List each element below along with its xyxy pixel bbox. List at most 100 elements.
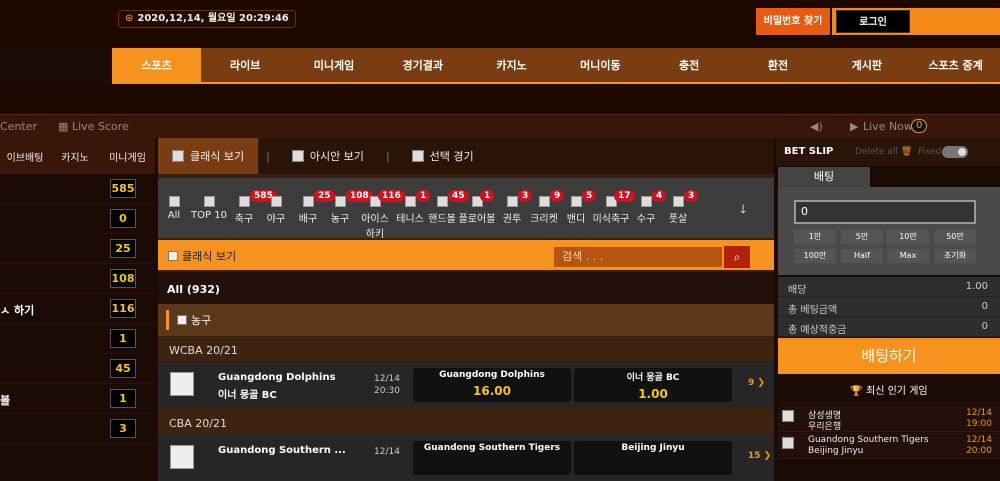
datetime-text: 2020,12,14, 월요일 20:29:46 — [137, 13, 289, 24]
more-markets-button[interactable]: 9 ❯ — [748, 378, 765, 388]
quick-amount-button[interactable]: 1만 — [794, 230, 836, 244]
left-tab-minigame[interactable]: 미니게임 — [100, 149, 155, 164]
quick-amount-button[interactable]: Max — [887, 249, 929, 263]
count-badge: 45 — [110, 359, 136, 378]
count-badge: 108 — [110, 269, 136, 288]
left-row[interactable]: 45 — [0, 354, 155, 384]
sport-icon — [238, 196, 250, 207]
nav-withdraw[interactable]: 환전 — [734, 48, 823, 82]
quick-amount-button[interactable]: Half — [841, 249, 883, 263]
popular-game-item[interactable]: 삼성생명 우리은행 12/14 19:00 — [778, 406, 1000, 432]
nav-deposit[interactable]: 충전 — [645, 48, 734, 82]
more-markets-button[interactable]: 15 ❯ — [748, 451, 771, 461]
search-input[interactable]: 검색 . . . — [554, 247, 722, 267]
nav-sports[interactable]: 스포츠 — [112, 48, 201, 82]
live-now-link[interactable]: Live Now — [863, 120, 913, 133]
popular-game-item[interactable]: Guandong Southern Tigers Beijing Jinyu 1… — [778, 433, 1000, 459]
left-row[interactable]: 볼1 — [0, 384, 155, 414]
sport-filter-14[interactable]: 수구 4 — [630, 178, 667, 238]
center-link[interactable]: Center — [0, 120, 37, 133]
sport-filter-7[interactable]: 테니스 1 — [394, 178, 431, 238]
image-icon — [291, 150, 304, 162]
sport-filter-8[interactable]: 핸드볼 45 — [426, 178, 469, 238]
all-count: All (932) — [158, 272, 774, 304]
left-row[interactable]: 3 — [0, 414, 155, 444]
volume-icon[interactable]: ◀) — [810, 120, 823, 133]
odd-away-button[interactable]: Beijing Jinyu — [574, 441, 732, 475]
find-password-button[interactable]: 비밀번호 찾기 — [756, 8, 830, 35]
sport-filter-6[interactable]: 아이스 하키 116 — [356, 178, 405, 240]
left-row[interactable]: 1 — [0, 324, 155, 354]
quick-amount-button[interactable]: 5만 — [841, 230, 883, 244]
sport-icon — [404, 196, 416, 207]
sport-filter-5[interactable]: 농구 108 — [324, 178, 373, 238]
tab-asian[interactable]: 아시안 보기 — [278, 138, 378, 174]
image-icon — [411, 150, 424, 162]
image-icon — [782, 437, 794, 449]
sport-filter-2[interactable]: 축구 585 — [228, 178, 277, 238]
sport-filter-9[interactable]: 플로어볼 1 — [458, 178, 496, 238]
tab-selected[interactable]: 선택 경기 — [398, 138, 488, 174]
sport-filter-4[interactable]: 배구 25 — [292, 178, 335, 238]
nav-money-transfer[interactable]: 머니이동 — [556, 48, 645, 82]
count-badge: 0 — [110, 209, 136, 228]
bet-amount-input[interactable]: 0 — [794, 200, 976, 224]
left-tab-casino[interactable]: 카지노 — [50, 149, 100, 164]
sport-filter-3[interactable]: 야구 — [260, 178, 292, 238]
betslip-tab[interactable]: 배팅 — [778, 167, 870, 187]
sport-icon — [436, 196, 448, 207]
nav-sports-stream[interactable]: 스포츠 중계 — [911, 48, 1000, 82]
left-row[interactable]: 25 — [0, 234, 155, 264]
fixed-toggle[interactable] — [942, 146, 968, 158]
count-badge: 585 — [110, 179, 136, 198]
match-row: Guangdong Dolphins 이너 몽골 BC 12/14 20:30 … — [158, 362, 774, 408]
sub-bar: Center ▦ Live Score ◀) ▶ Live Now 0 — [0, 114, 1000, 138]
sport-icon — [302, 196, 314, 207]
count-badge: 1 — [110, 329, 136, 348]
sport-icon — [203, 196, 215, 207]
left-row[interactable]: 0 — [0, 204, 155, 234]
place-bet-button[interactable]: 배팅하기 — [778, 338, 1000, 374]
sport-filter-12[interactable]: 밴디 5 — [560, 178, 597, 238]
left-tab-live[interactable]: 이브배팅 — [0, 149, 50, 164]
left-row[interactable]: 108 — [0, 264, 155, 294]
nav-results[interactable]: 경기결과 — [378, 48, 467, 82]
sport-icon — [334, 196, 346, 207]
quick-amount-button[interactable]: 50만 — [934, 230, 976, 244]
quick-amount-button[interactable]: 100만 — [794, 249, 836, 263]
betslip-title: BET SLIP — [784, 146, 834, 157]
view-tabs: 클래식 보기 | 아시안 보기 | 선택 경기 — [158, 138, 774, 174]
sport-filter-15[interactable]: 풋살 3 — [662, 178, 699, 238]
sport-icon — [672, 196, 684, 207]
sport-filter-10[interactable]: 권투 3 — [496, 178, 533, 238]
nav-casino[interactable]: 카지노 — [467, 48, 556, 82]
login-button[interactable]: 로그인 — [836, 10, 910, 33]
odd-away-button[interactable]: 이너 몽골 BC 1.00 — [574, 368, 732, 402]
nav-board[interactable]: 게시판 — [822, 48, 911, 82]
odd-home-button[interactable]: Guandong Southern Tigers — [413, 441, 571, 475]
delete-all-button[interactable]: Delete all 🗑 — [855, 147, 912, 157]
left-row[interactable]: 585 — [0, 174, 155, 204]
image-icon — [782, 410, 794, 422]
main-nav: 스포츠 라이브 미니게임 경기결과 카지노 머니이동 충전 환전 게시판 스포츠… — [112, 48, 1000, 84]
left-row[interactable]: ㅅ 하기 116 — [0, 294, 155, 324]
sport-filter-1[interactable]: TOP 10 — [190, 178, 228, 238]
image-icon — [177, 315, 187, 325]
nav-live[interactable]: 라이브 — [201, 48, 290, 82]
search-icon[interactable]: ⌕ — [724, 246, 750, 268]
left-tabs: 이브배팅 카지노 미니게임 — [0, 138, 155, 174]
sport-filter-0[interactable]: All — [158, 178, 190, 238]
arrow-down-icon[interactable]: 🡓 — [740, 200, 746, 221]
sport-filter-13[interactable]: 미식축구 17 — [592, 178, 635, 238]
category-bar — [158, 304, 774, 336]
odd-home-button[interactable]: Guangdong Dolphins 16.00 — [413, 368, 571, 402]
fixed-label: Fixed — [918, 147, 942, 157]
quick-amount-button[interactable]: 초기화 — [934, 249, 976, 263]
live-now-count: 0 — [911, 119, 928, 133]
image-icon — [168, 251, 178, 261]
nav-minigame[interactable]: 미니게임 — [290, 48, 379, 82]
sport-filter-11[interactable]: 크리켓 9 — [528, 178, 565, 238]
tab-classic[interactable]: 클래식 보기 — [158, 138, 259, 174]
quick-amount-button[interactable]: 10만 — [887, 230, 929, 244]
live-score-link[interactable]: Live Score — [72, 120, 129, 133]
